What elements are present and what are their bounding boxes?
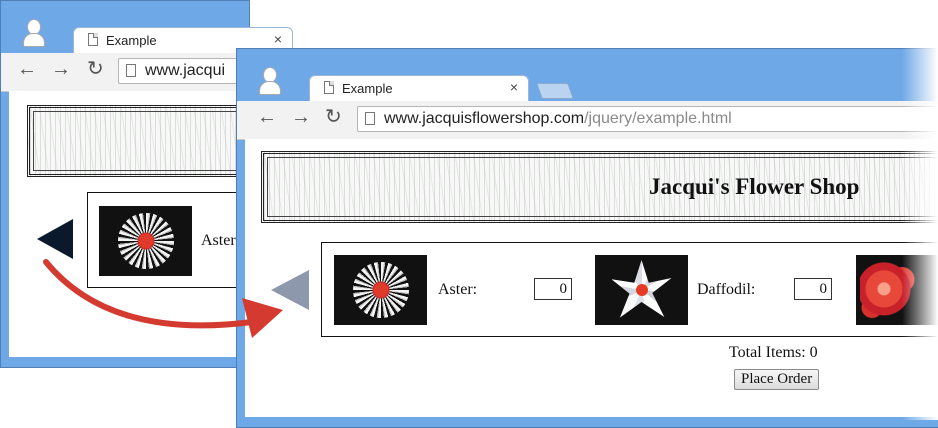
banner xyxy=(27,105,249,177)
product-label: Daffodil: xyxy=(697,281,756,298)
daffodil-image xyxy=(595,255,688,325)
shop-title: Jacqui's Flower Shop xyxy=(649,174,860,199)
url-text: www.jacqui xyxy=(145,62,226,79)
front-window-toolbar: ← → ↻ www.jacquisflowershop.com/jquery/e… xyxy=(237,101,938,140)
close-tab-icon[interactable]: × xyxy=(274,31,282,47)
page-icon xyxy=(324,81,334,94)
back-arrow-icon[interactable]: ← xyxy=(257,107,277,127)
forward-arrow-icon[interactable]: → xyxy=(51,59,71,79)
page-icon xyxy=(88,33,98,46)
page-icon xyxy=(126,64,136,77)
url-host: www.jacquisflowershop.com xyxy=(384,110,585,127)
front-window-tab[interactable]: Example × xyxy=(309,75,529,101)
url-path: /jquery/example.html xyxy=(584,110,732,127)
forward-arrow-icon[interactable]: → xyxy=(291,107,311,127)
tab-title: Example xyxy=(342,81,393,96)
product-strip: Aster xyxy=(87,192,249,288)
front-address-bar[interactable]: www.jacquisflowershop.com/jquery/example… xyxy=(357,106,938,132)
front-page-viewport: Jacqui's Flower Shop Aster: Daffodil: To… xyxy=(245,139,938,417)
product-label: Aster: xyxy=(438,281,478,298)
profile-avatar-icon xyxy=(23,19,45,47)
tab-title: Example xyxy=(106,33,157,48)
profile-avatar-icon xyxy=(259,67,281,95)
aster-image xyxy=(99,206,192,276)
back-page-viewport: Aster xyxy=(9,91,249,357)
previous-arrow-icon[interactable] xyxy=(271,270,309,310)
daffodil-quantity-input[interactable] xyxy=(794,278,832,300)
close-tab-icon[interactable]: × xyxy=(510,79,518,95)
front-browser-window: Example × ← → ↻ www.jacquisflowershop.co… xyxy=(236,48,938,428)
place-order-button[interactable]: Place Order xyxy=(734,369,820,390)
aster-image xyxy=(334,255,427,325)
product-label: Aster xyxy=(201,232,236,249)
reload-icon[interactable]: ↻ xyxy=(325,107,342,127)
banner: Jacqui's Flower Shop xyxy=(261,151,938,223)
reload-icon[interactable]: ↻ xyxy=(87,59,104,79)
url-text: www.jacquisflowershop.com/jquery/example… xyxy=(384,110,732,128)
new-tab-button[interactable] xyxy=(536,83,574,99)
back-window-toolbar: ← → ↻ www.jacqui xyxy=(1,53,258,92)
previous-arrow-icon[interactable] xyxy=(37,219,73,259)
page-icon xyxy=(365,112,375,125)
back-arrow-icon[interactable]: ← xyxy=(17,59,37,79)
next-flower-image xyxy=(856,255,938,325)
back-browser-window: Example × ← → ↻ www.jacqui Aster xyxy=(0,0,293,368)
total-items: Total Items: 0 xyxy=(729,344,818,361)
product-strip: Aster: Daffodil: xyxy=(321,242,938,337)
aster-quantity-input[interactable] xyxy=(534,278,572,300)
